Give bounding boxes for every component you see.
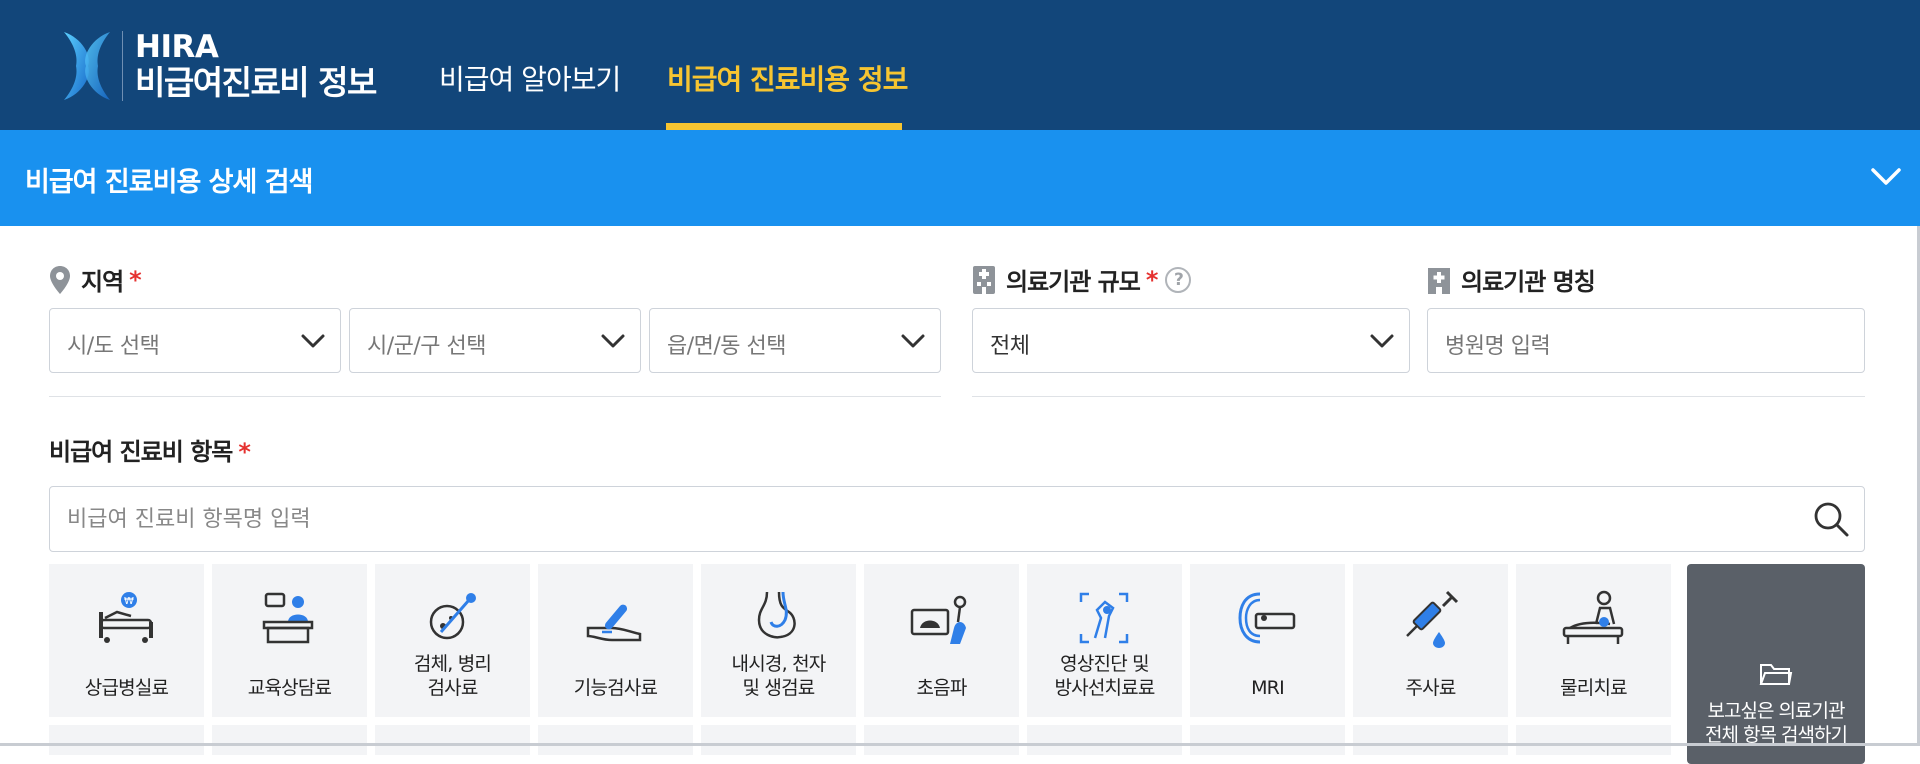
category-tile-row2[interactable] xyxy=(1190,725,1345,755)
institution-scale-label: 의료기관 규모 * ? xyxy=(972,262,1192,297)
syringe-icon xyxy=(1406,590,1459,648)
hospital-bed-icon: ₩ xyxy=(99,592,153,643)
category-tile-row2[interactable] xyxy=(538,725,693,755)
category-label: 교육상담료 xyxy=(247,677,332,700)
chevron-down-icon xyxy=(601,334,625,348)
category-tile-row2[interactable] xyxy=(1027,725,1182,755)
province-select-value: 시/도 선택 xyxy=(67,334,160,359)
chevron-down-icon[interactable] xyxy=(1870,164,1902,190)
active-tab-indicator xyxy=(666,123,902,130)
tab-about-noncovered[interactable]: 비급여 알아보기 xyxy=(439,58,621,98)
district-select-value: 시/군/구 선택 xyxy=(367,334,487,359)
institution-name-label: 의료기관 명칭 xyxy=(1427,262,1596,297)
svg-text:₩: ₩ xyxy=(124,596,134,607)
folder-icon xyxy=(1759,664,1793,685)
hira-logo-mark-icon xyxy=(64,32,110,100)
location-pin-icon xyxy=(50,265,70,294)
category-label: 물리치료 xyxy=(1560,677,1628,700)
noncovered-item-label: 비급여 진료비 항목 * xyxy=(49,432,251,467)
chevron-down-icon xyxy=(901,334,925,348)
divider xyxy=(49,396,941,397)
category-tile-ultrasound[interactable]: 초음파 xyxy=(864,564,1019,717)
region-label: 지역 * xyxy=(49,262,142,297)
category-tile-specimen-test[interactable]: 검체, 병리 검사료 xyxy=(375,564,530,717)
search-icon[interactable] xyxy=(1812,500,1850,538)
hospital-sign-icon xyxy=(1428,267,1450,294)
institution-name-field[interactable]: 병원명 입력 xyxy=(1427,308,1865,373)
endoscope-icon xyxy=(757,591,796,639)
town-select[interactable]: 읍/면/동 선택 xyxy=(649,308,941,373)
logo-title: HIRA xyxy=(135,29,219,66)
required-mark: * xyxy=(129,265,142,294)
category-tile-function-test[interactable]: 기능검사료 xyxy=(538,564,693,717)
category-label: MRI xyxy=(1251,677,1285,700)
category-label: 검체, 병리 검사료 xyxy=(413,652,492,700)
mri-scanner-icon xyxy=(1238,592,1296,644)
category-tile-row2[interactable] xyxy=(375,725,530,755)
required-mark: * xyxy=(238,438,251,466)
institution-scale-value: 전체 xyxy=(990,334,1030,359)
institution-name-placeholder: 병원명 입력 xyxy=(1445,334,1551,359)
category-tile-mri[interactable]: MRI xyxy=(1190,564,1345,717)
institution-name-label-text: 의료기관 명칭 xyxy=(1461,268,1596,296)
province-select[interactable]: 시/도 선택 xyxy=(49,308,341,373)
chevron-down-icon xyxy=(301,334,325,348)
chevron-down-icon xyxy=(1370,334,1394,348)
banner-title: 비급여 진료비용 상세 검색 xyxy=(25,167,313,198)
noncovered-item-label-text: 비급여 진료비 항목 xyxy=(49,438,233,466)
category-label: 초음파 xyxy=(916,677,967,700)
category-tile-injection[interactable]: 주사료 xyxy=(1353,564,1508,717)
category-label: 주사료 xyxy=(1405,677,1456,700)
category-label: 기능검사료 xyxy=(573,677,658,700)
hospital-building-icon xyxy=(973,265,995,294)
category-tile-row2[interactable] xyxy=(212,725,367,755)
category-tile-premium-room[interactable]: ₩ 상급병실료 xyxy=(49,564,204,717)
category-tile-physical-therapy[interactable]: 물리치료 xyxy=(1516,564,1671,717)
top-navigation-bar: HIRA 비급여진료비 정보 비급여 알아보기 비급여 진료비용 정보 xyxy=(0,0,1920,130)
item-search-input[interactable] xyxy=(67,503,1767,535)
ultrasound-icon xyxy=(910,595,967,644)
divider xyxy=(972,396,1865,397)
help-icon[interactable]: ? xyxy=(1165,266,1192,293)
category-tile-row2[interactable] xyxy=(49,725,204,755)
detail-search-banner[interactable]: 비급여 진료비용 상세 검색 xyxy=(0,130,1920,226)
institution-scale-select[interactable]: 전체 xyxy=(972,308,1410,373)
logo-subtitle: 비급여진료비 정보 xyxy=(135,62,377,102)
specimen-swab-icon xyxy=(429,593,476,640)
item-search-box[interactable] xyxy=(49,486,1865,552)
hira-logo[interactable]: HIRA 비급여진료비 정보 xyxy=(58,26,377,106)
logo-text: HIRA 비급여진료비 정보 xyxy=(135,29,377,102)
category-label: 영상진단 및 방사선치료료 xyxy=(1054,652,1155,700)
district-select[interactable]: 시/군/구 선택 xyxy=(349,308,641,373)
tab-noncovered-cost-info[interactable]: 비급여 진료비용 정보 xyxy=(667,58,908,98)
category-label: 내시경, 천자 및 생검료 xyxy=(731,652,827,700)
category-tile-imaging[interactable]: 영상진단 및 방사선치료료 xyxy=(1027,564,1182,717)
physical-therapy-icon xyxy=(1562,590,1624,644)
view-all-items-button[interactable]: 보고싶은 의료기관 전체 항목 검색하기 xyxy=(1687,564,1865,764)
town-select-value: 읍/면/동 선택 xyxy=(667,334,787,359)
view-all-items-label: 보고싶은 의료기관 전체 항목 검색하기 xyxy=(1705,700,1848,746)
category-tile-row2[interactable] xyxy=(864,725,1019,755)
counseling-desk-icon xyxy=(262,592,314,644)
category-label: 상급병실료 xyxy=(84,677,169,700)
required-mark: * xyxy=(1145,265,1159,294)
category-tile-row2[interactable] xyxy=(1516,725,1671,755)
institution-scale-label-text: 의료기관 규모 xyxy=(1006,268,1141,296)
function-test-icon xyxy=(586,604,642,642)
category-tile-counseling[interactable]: 교육상담료 xyxy=(212,564,367,717)
category-tile-row2[interactable] xyxy=(701,725,856,755)
xray-icon xyxy=(1079,592,1129,644)
region-label-text: 지역 xyxy=(81,268,124,296)
category-tile-endoscopy[interactable]: 내시경, 천자 및 생검료 xyxy=(701,564,856,717)
category-tile-row2[interactable] xyxy=(1353,725,1508,755)
